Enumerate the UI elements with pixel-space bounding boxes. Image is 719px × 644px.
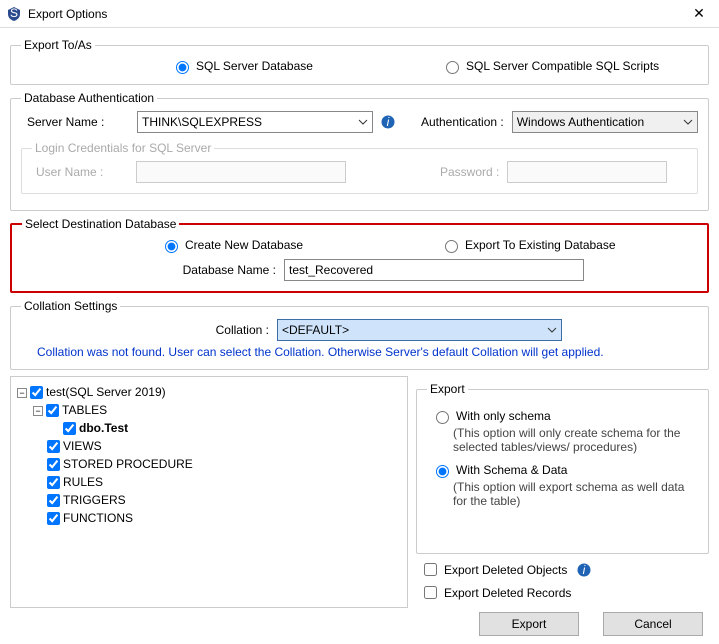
tree-rules: RULES bbox=[63, 475, 103, 489]
auth-group: Database Authentication Server Name : i … bbox=[10, 91, 709, 211]
tree-triggers: TRIGGERS bbox=[63, 493, 126, 507]
server-name-label: Server Name : bbox=[21, 115, 129, 129]
tree-collapse-icon[interactable]: − bbox=[33, 406, 43, 416]
window-title: Export Options bbox=[28, 7, 685, 21]
export-to-legend: Export To/As bbox=[21, 38, 95, 52]
svg-text:i: i bbox=[583, 563, 586, 577]
chevron-down-icon bbox=[547, 325, 557, 335]
info-icon[interactable]: i bbox=[577, 563, 591, 577]
chk-deleted-objects-label: Export Deleted Objects bbox=[444, 563, 567, 577]
password-label: Password : bbox=[440, 165, 499, 179]
chk-deleted-objects[interactable] bbox=[424, 563, 437, 576]
radio-sql-server-db[interactable] bbox=[176, 61, 189, 74]
collation-label: Collation : bbox=[21, 323, 269, 337]
cancel-button[interactable]: Cancel bbox=[603, 612, 703, 636]
tree-sp-chk[interactable] bbox=[47, 458, 60, 471]
radio-existing-db-label: Export To Existing Database bbox=[465, 238, 616, 252]
tree-rules-chk[interactable] bbox=[47, 476, 60, 489]
info-icon[interactable]: i bbox=[381, 115, 395, 129]
db-name-label: Database Name : bbox=[22, 263, 276, 277]
radio-create-new-db[interactable] bbox=[165, 240, 178, 253]
export-mode-legend: Export bbox=[427, 382, 468, 396]
collation-value: <DEFAULT> bbox=[282, 323, 349, 337]
tree-tables-chk[interactable] bbox=[46, 404, 59, 417]
chk-deleted-records[interactable] bbox=[424, 586, 437, 599]
tree-triggers-chk[interactable] bbox=[47, 494, 60, 507]
tree-collapse-icon[interactable]: − bbox=[17, 388, 27, 398]
tree-dbotest-chk[interactable] bbox=[63, 422, 76, 435]
password-input bbox=[507, 161, 667, 183]
radio-schema-only[interactable] bbox=[436, 411, 449, 424]
close-button[interactable]: ✕ bbox=[685, 5, 713, 22]
login-group: Login Credentials for SQL Server User Na… bbox=[21, 141, 698, 194]
export-button[interactable]: Export bbox=[479, 612, 579, 636]
destination-legend: Select Destination Database bbox=[22, 217, 179, 231]
collation-legend: Collation Settings bbox=[21, 299, 120, 313]
svg-text:i: i bbox=[387, 115, 390, 129]
radio-sql-scripts[interactable] bbox=[446, 61, 459, 74]
tree-sp: STORED PROCEDURE bbox=[63, 457, 193, 471]
collation-group: Collation Settings Collation : <DEFAULT>… bbox=[10, 299, 709, 370]
schema-data-desc: (This option will export schema as well … bbox=[427, 480, 698, 508]
destination-group: Select Destination Database Create New D… bbox=[10, 217, 709, 293]
server-name-dropdown-icon[interactable] bbox=[356, 115, 370, 129]
radio-create-new-db-label: Create New Database bbox=[185, 238, 303, 252]
app-icon: S bbox=[6, 6, 22, 22]
collation-note: Collation was not found. User can select… bbox=[21, 341, 698, 359]
schema-only-desc: (This option will only create schema for… bbox=[427, 426, 698, 454]
radio-schema-data-label: With Schema & Data bbox=[456, 463, 567, 477]
auth-mode-select[interactable] bbox=[512, 111, 698, 133]
object-tree[interactable]: −test(SQL Server 2019) −TABLES dbo.Test … bbox=[10, 376, 408, 608]
radio-existing-db[interactable] bbox=[445, 240, 458, 253]
auth-mode-label: Authentication : bbox=[421, 115, 504, 129]
server-name-input[interactable] bbox=[137, 111, 373, 133]
radio-sql-scripts-label: SQL Server Compatible SQL Scripts bbox=[466, 59, 659, 73]
tree-functions: FUNCTIONS bbox=[63, 511, 133, 525]
radio-schema-only-label: With only schema bbox=[456, 409, 551, 423]
export-to-group: Export To/As SQL Server Database SQL Ser… bbox=[10, 38, 709, 85]
tree-views: VIEWS bbox=[63, 439, 102, 453]
tree-functions-chk[interactable] bbox=[47, 512, 60, 525]
login-legend: Login Credentials for SQL Server bbox=[32, 141, 214, 155]
svg-text:S: S bbox=[10, 6, 18, 20]
tree-views-chk[interactable] bbox=[47, 440, 60, 453]
auth-mode-dropdown-icon[interactable] bbox=[681, 115, 695, 129]
chk-deleted-records-label: Export Deleted Records bbox=[444, 586, 571, 600]
tree-tables: TABLES bbox=[62, 403, 107, 417]
username-input bbox=[136, 161, 346, 183]
auth-legend: Database Authentication bbox=[21, 91, 157, 105]
radio-sql-server-db-label: SQL Server Database bbox=[196, 59, 313, 73]
tree-root-chk[interactable] bbox=[30, 386, 43, 399]
tree-root: test(SQL Server 2019) bbox=[46, 385, 166, 399]
collation-select[interactable]: <DEFAULT> bbox=[277, 319, 562, 341]
export-mode-group: Export With only schema (This option wil… bbox=[416, 382, 709, 554]
radio-schema-data[interactable] bbox=[436, 465, 449, 478]
username-label: User Name : bbox=[32, 165, 128, 179]
tree-dbotest: dbo.Test bbox=[79, 421, 128, 435]
db-name-input[interactable] bbox=[284, 259, 584, 281]
